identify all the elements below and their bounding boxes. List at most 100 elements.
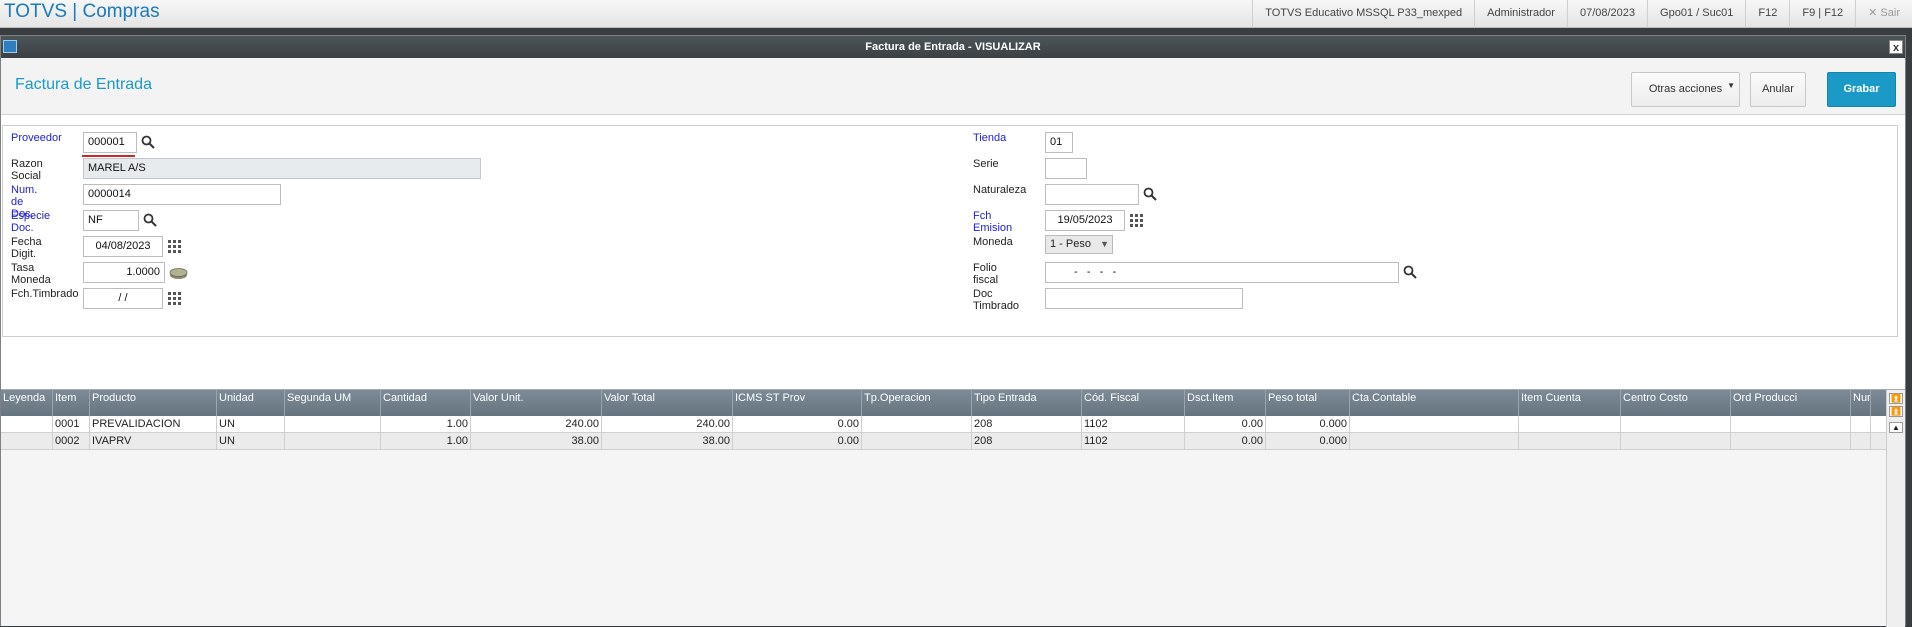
folio-fiscal-label: Folio fiscal [973, 262, 999, 286]
currency-icon[interactable] [169, 266, 188, 280]
chevron-down-icon: ▼ [1100, 239, 1109, 249]
grid-column-header[interactable]: Dsct.Item [1185, 390, 1266, 416]
table-cell: 38.00 [471, 433, 602, 450]
table-cell [1621, 416, 1731, 433]
grid-column-header[interactable]: Peso total [1266, 390, 1350, 416]
table-cell [285, 433, 381, 450]
table-row[interactable]: 0001 PREVALIDACION UN 1.00 240.00 240.00 0.00 2… [1, 416, 1886, 433]
table-cell: 240.00 [602, 416, 733, 433]
app-title: TOTVS | Compras [4, 1, 160, 22]
grid-column-header[interactable]: Segunda UM [285, 390, 381, 416]
user-label[interactable]: Administrador [1474, 0, 1567, 28]
grid-column-header[interactable]: Num. [1851, 390, 1871, 416]
table-cell: 0.000 [1266, 416, 1350, 433]
grid-column-header[interactable]: Centro Costo [1621, 390, 1731, 416]
items-grid: Leyenda Item Producto Unidad Segunda UM Canti… [1, 389, 1905, 627]
especie-doc-search-icon[interactable] [143, 213, 157, 227]
branch-label[interactable]: Gpo01 / Suc01 [1647, 0, 1745, 28]
grid-column-header[interactable]: Item Cuenta [1519, 390, 1621, 416]
grid-column-header[interactable]: Producto [90, 390, 217, 416]
grid-column-header[interactable]: Tipo Entrada [972, 390, 1082, 416]
f12-shortcut[interactable]: F12 [1745, 0, 1789, 28]
serie-field[interactable] [1045, 158, 1087, 179]
f9-f12-shortcut[interactable]: F9 | F12 [1789, 0, 1855, 28]
grid-column-header[interactable]: Item [53, 390, 90, 416]
grid-column-header[interactable]: Cta.Contable [1350, 390, 1519, 416]
tasa-moneda-label: Tasa Moneda [11, 262, 51, 286]
table-cell: 1102 [1082, 416, 1185, 433]
tienda-field[interactable]: 01 [1045, 132, 1073, 153]
table-cell: 0.00 [733, 416, 862, 433]
table-cell [1851, 416, 1871, 433]
grid-column-header[interactable]: Tp.Operacion [862, 390, 972, 416]
window-close-button[interactable]: x [1889, 40, 1903, 54]
moneda-select[interactable]: 1 - Peso ▼ [1045, 235, 1113, 254]
table-cell: 0.00 [1185, 433, 1266, 450]
table-cell [1, 416, 53, 433]
grid-header: Leyenda Item Producto Unidad Segunda UM Canti… [1, 390, 1886, 416]
table-cell [1731, 416, 1851, 433]
fch-emision-field[interactable]: 19/05/2023 [1045, 210, 1125, 231]
doc-timbrado-field[interactable] [1045, 288, 1243, 309]
table-cell [285, 416, 381, 433]
grid-column-header[interactable]: Valor Unit. [471, 390, 602, 416]
window-icon [3, 40, 17, 53]
grid-column-header[interactable]: Unidad [217, 390, 285, 416]
scroll-up-icon[interactable]: ▲ [1889, 422, 1903, 433]
page-title: Factura de Entrada [15, 76, 152, 93]
table-cell [1, 433, 53, 450]
proveedor-label: Proveedor [11, 132, 62, 144]
folio-fiscal-field[interactable]: - - - - [1045, 262, 1399, 283]
table-cell: UN [217, 433, 285, 450]
cancel-button[interactable]: Anular [1750, 72, 1806, 107]
razon-social-label: Razon Social [11, 158, 43, 182]
other-actions-label: Otras acciones [1648, 83, 1723, 95]
table-cell [1519, 433, 1621, 450]
fch-emision-calendar-icon[interactable] [1130, 214, 1144, 228]
naturaleza-field[interactable] [1045, 184, 1139, 205]
scroll-page-up-icon[interactable]: ⏫ [1889, 406, 1903, 417]
serie-label: Serie [973, 158, 999, 170]
grid-column-header[interactable]: Leyenda [1, 390, 53, 416]
table-row[interactable]: 0002 IVAPRV UN 1.00 38.00 38.00 0.00 208 1102 0.0… [1, 433, 1886, 450]
grid-column-header[interactable]: Ord Producci [1731, 390, 1851, 416]
table-cell [1621, 433, 1731, 450]
table-cell [862, 433, 972, 450]
num-doc-field[interactable]: 0000014 [83, 184, 281, 205]
proveedor-field[interactable]: 000001 [83, 132, 137, 153]
environment-label[interactable]: TOTVS Educativo MSSQL P33_mexped [1252, 0, 1474, 28]
save-button[interactable]: Grabar [1827, 72, 1896, 107]
grid-column-header[interactable]: ICMS ST Prov [733, 390, 862, 416]
fecha-digit-label: Fecha Digit. [11, 236, 42, 260]
proveedor-search-icon[interactable] [141, 135, 155, 149]
grid-column-header[interactable]: Valor Total [602, 390, 733, 416]
window-title: Factura de Entrada - VISUALIZAR [865, 41, 1041, 53]
grid-column-header[interactable]: Cód. Fiscal [1082, 390, 1185, 416]
naturaleza-search-icon[interactable] [1143, 187, 1157, 201]
tasa-moneda-field[interactable]: 1.0000 [83, 262, 165, 283]
table-cell: 38.00 [602, 433, 733, 450]
table-cell: UN [217, 416, 285, 433]
table-cell: 0.00 [733, 433, 862, 450]
grid-scrollbar[interactable]: ⏫ ⏫ ▲ [1886, 390, 1905, 627]
date-label[interactable]: 07/08/2023 [1566, 0, 1647, 28]
other-actions-button[interactable]: Otras acciones ▼ [1631, 72, 1740, 107]
scroll-top-icon[interactable]: ⏫ [1889, 393, 1903, 404]
fch-timbrado-field[interactable]: / / [83, 288, 163, 309]
exit-button[interactable]: ✕ Sair [1855, 0, 1912, 28]
table-cell [1350, 416, 1519, 433]
top-bar: TOTVS | Compras TOTVS Educativo MSSQL P3… [0, 0, 1912, 28]
razon-social-field[interactable]: MAREL A/S [83, 158, 481, 179]
folio-fiscal-search-icon[interactable] [1403, 265, 1417, 279]
window-title-bar: Factura de Entrada - VISUALIZAR x [1, 36, 1905, 58]
fecha-digit-calendar-icon[interactable] [168, 240, 182, 254]
table-cell [1519, 416, 1621, 433]
fecha-digit-field[interactable]: 04/08/2023 [83, 236, 163, 257]
fch-emision-label: Fch Emision [973, 210, 1013, 234]
especie-doc-field[interactable]: NF [83, 210, 139, 231]
moneda-value: 1 - Peso [1050, 238, 1091, 250]
table-cell: 208 [972, 416, 1082, 433]
grid-column-header[interactable]: Cantidad [381, 390, 471, 416]
table-cell: IVAPRV [90, 433, 217, 450]
fch-timbrado-calendar-icon[interactable] [168, 292, 182, 306]
